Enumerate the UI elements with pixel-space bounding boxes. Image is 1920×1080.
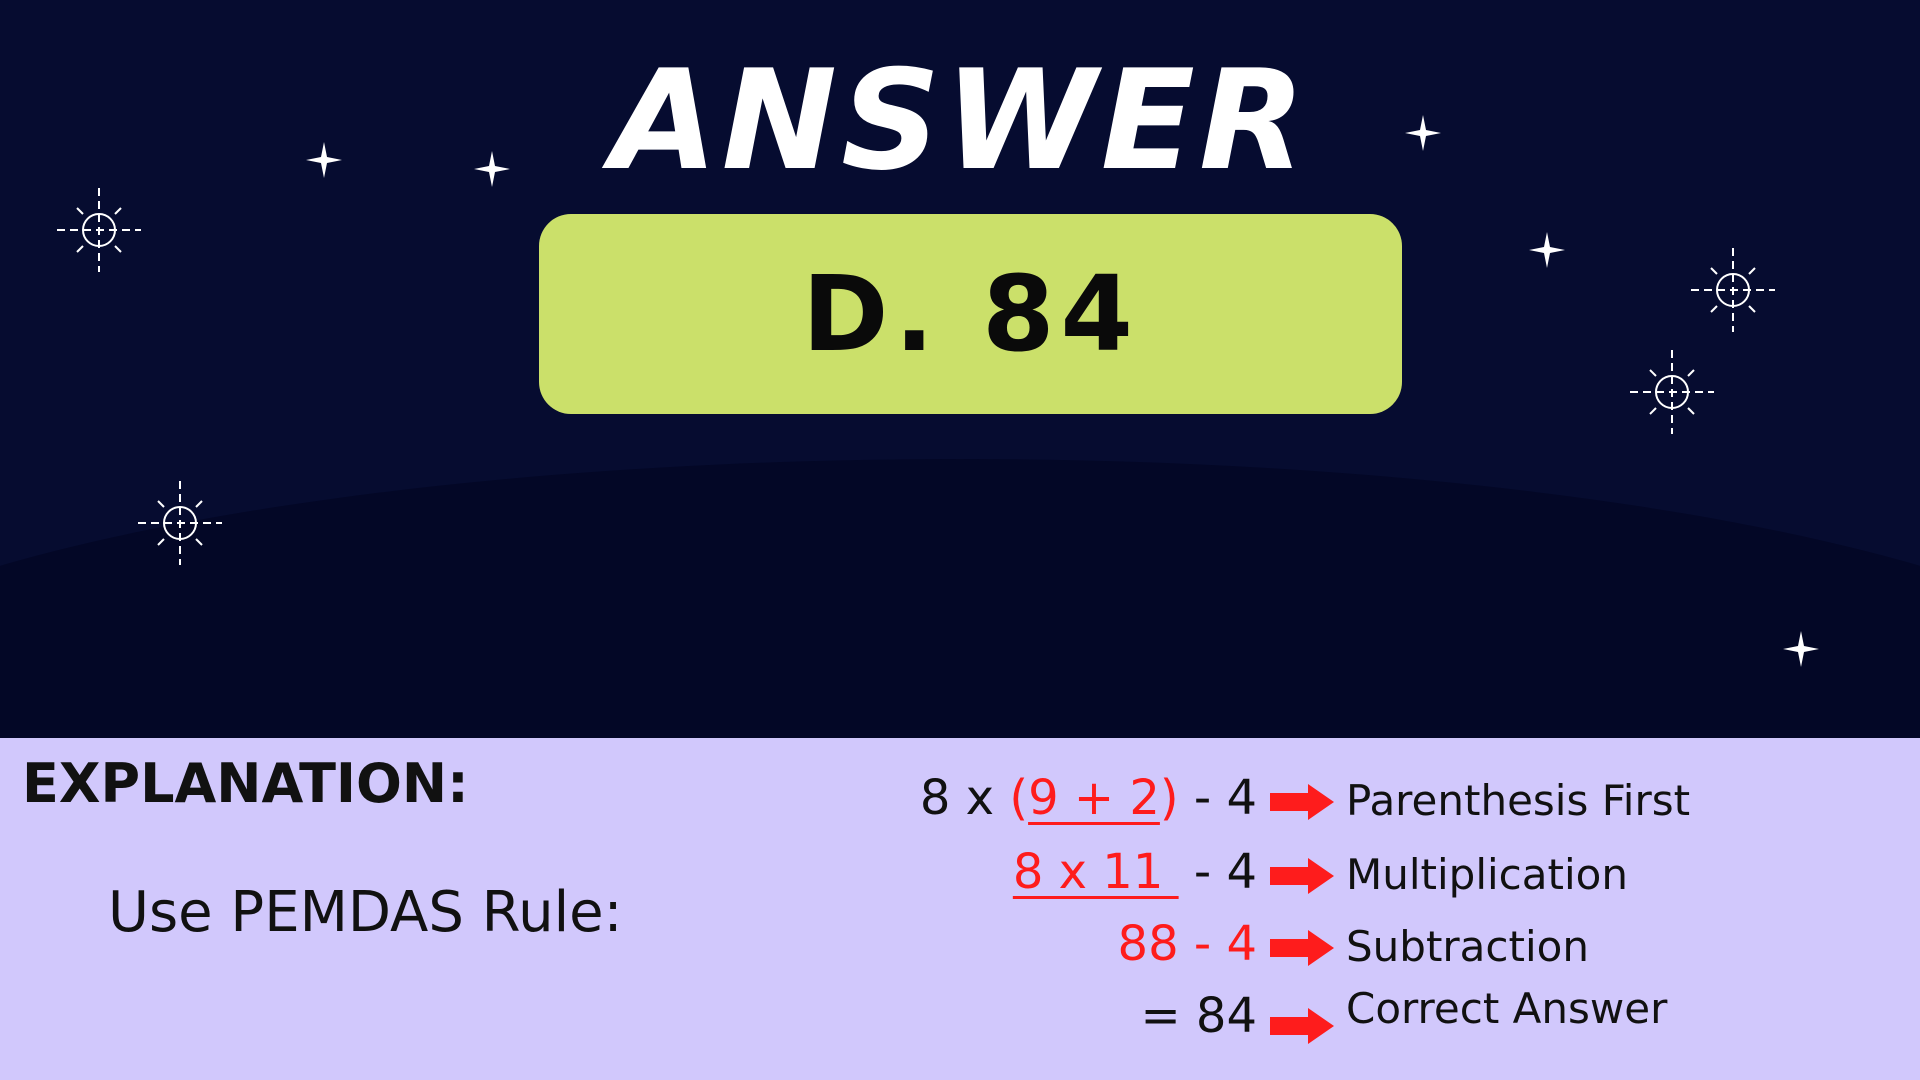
crosshair-star-icon: [137, 480, 223, 566]
crosshair-star-icon: [1690, 247, 1776, 333]
eq-highlight: 9 + 2: [1028, 770, 1160, 826]
explanation-panel: EXPLANATION: Use PEMDAS Rule: 8 x (9 + 2…: [0, 738, 1920, 1080]
answer-text: D. 84: [802, 253, 1139, 375]
step-equation: 8 x 11 - 4: [1013, 844, 1257, 900]
step-row: 8 x 11 - 4 Multiplication: [0, 844, 1920, 914]
right-arrow-icon: [1270, 1008, 1334, 1044]
eq-highlight: 8 x 11: [1012, 844, 1179, 900]
answer-box: D. 84: [539, 214, 1402, 414]
step-label: Subtraction: [1346, 922, 1589, 971]
crosshair-star-icon: [1629, 349, 1715, 435]
right-arrow-icon: [1270, 784, 1334, 820]
step-equation: = 84: [1140, 988, 1257, 1044]
eq-part: 8 x: [919, 770, 1010, 826]
eq-paren-open: (: [1009, 770, 1029, 826]
step-equation: 8 x (9 + 2) - 4: [920, 770, 1257, 826]
step-row: 8 x (9 + 2) - 4 Parenthesis First: [0, 770, 1920, 840]
step-row: 88 - 4 Subtraction: [0, 916, 1920, 986]
eq-part: - 4: [1178, 770, 1257, 826]
answer-title: ANSWER: [610, 40, 1310, 201]
eq-paren-close: ): [1159, 770, 1179, 826]
eq-part: - 4: [1178, 844, 1257, 900]
step-label: Multiplication: [1346, 850, 1628, 899]
sparkle-star-icon: [1529, 232, 1565, 268]
step-equation: 88 - 4: [1117, 916, 1257, 972]
sparkle-star-icon: [1783, 631, 1819, 667]
right-arrow-icon: [1270, 930, 1334, 966]
dark-hill: [0, 459, 1920, 738]
step-label: Parenthesis First: [1346, 776, 1691, 825]
right-arrow-icon: [1270, 858, 1334, 894]
step-label: Correct Answer: [1346, 984, 1668, 1033]
step-row: = 84 Correct Answer: [0, 984, 1920, 1058]
